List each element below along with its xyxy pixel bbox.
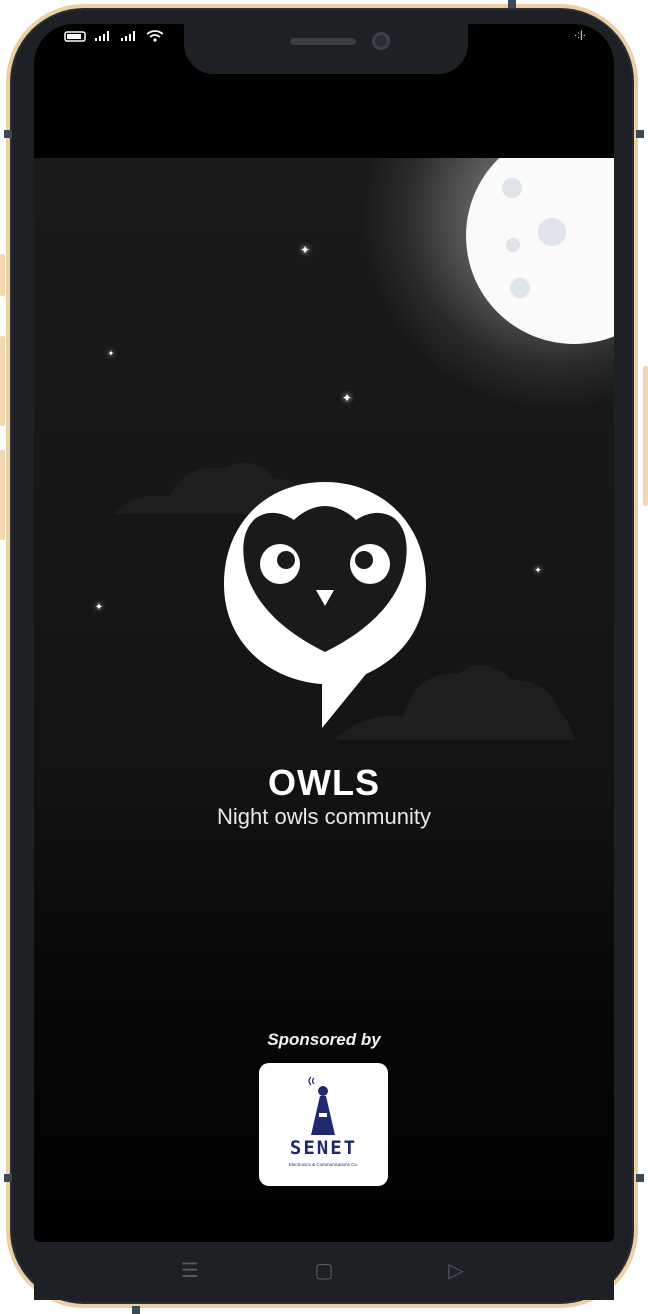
moon-crater <box>502 178 522 198</box>
moon-crater <box>510 278 530 298</box>
antenna-mark <box>4 1174 12 1182</box>
sponsor-tagline: Electronics & Communications Co. <box>288 1162 359 1167</box>
volume-down-button[interactable] <box>0 336 5 426</box>
sponsor-logo-card[interactable]: SENET Electronics & Communications Co. <box>259 1063 388 1186</box>
moon-crater <box>506 238 520 252</box>
tower-icon <box>308 1076 335 1135</box>
signal-icon <box>95 31 109 41</box>
battery-icon <box>64 31 86 42</box>
volume-up-button[interactable] <box>0 254 5 296</box>
app-title: OWLS <box>268 762 380 803</box>
antenna-mark <box>4 130 12 138</box>
star-icon: ✦ <box>534 565 542 575</box>
power-button[interactable] <box>643 366 648 506</box>
moon-crater <box>538 218 566 246</box>
status-icons <box>64 30 164 42</box>
back-icon[interactable]: ▷ <box>444 1259 468 1283</box>
mute-button[interactable] <box>0 450 5 540</box>
front-camera <box>372 32 390 50</box>
screen: ·:|· ✦ ✦ ✦ ✦ ✦ OWLS Night owls community… <box>34 24 614 1242</box>
owl-logo-icon <box>224 482 426 728</box>
sponsor-name: SENET <box>289 1137 358 1159</box>
antenna-mark <box>636 1174 644 1182</box>
wifi-icon <box>146 30 164 42</box>
splash-screen: ✦ ✦ ✦ ✦ ✦ OWLS Night owls community Spon… <box>34 158 614 1242</box>
page: ·:|· ✦ ✦ ✦ ✦ ✦ OWLS Night owls community… <box>0 0 648 1314</box>
home-icon[interactable]: ▢ <box>312 1259 336 1283</box>
star-icon: ✦ <box>94 602 104 613</box>
app-subtitle: Night owls community <box>217 804 431 829</box>
speaker <box>290 38 356 45</box>
antenna-mark <box>132 1306 140 1314</box>
navigation-bar: ☰ ▢ ▷ <box>34 1242 614 1300</box>
antenna-mark <box>636 130 644 138</box>
antenna-mark <box>508 0 516 8</box>
sponsor-label: Sponsored by <box>267 1030 381 1049</box>
notch <box>184 24 468 74</box>
star-icon: ✦ <box>299 243 311 257</box>
status-right-indicator: ·:|· <box>573 30 586 41</box>
star-icon: ✦ <box>341 391 353 405</box>
signal-icon <box>121 31 135 41</box>
star-icon: ✦ <box>107 349 115 358</box>
menu-icon[interactable]: ☰ <box>178 1259 202 1283</box>
